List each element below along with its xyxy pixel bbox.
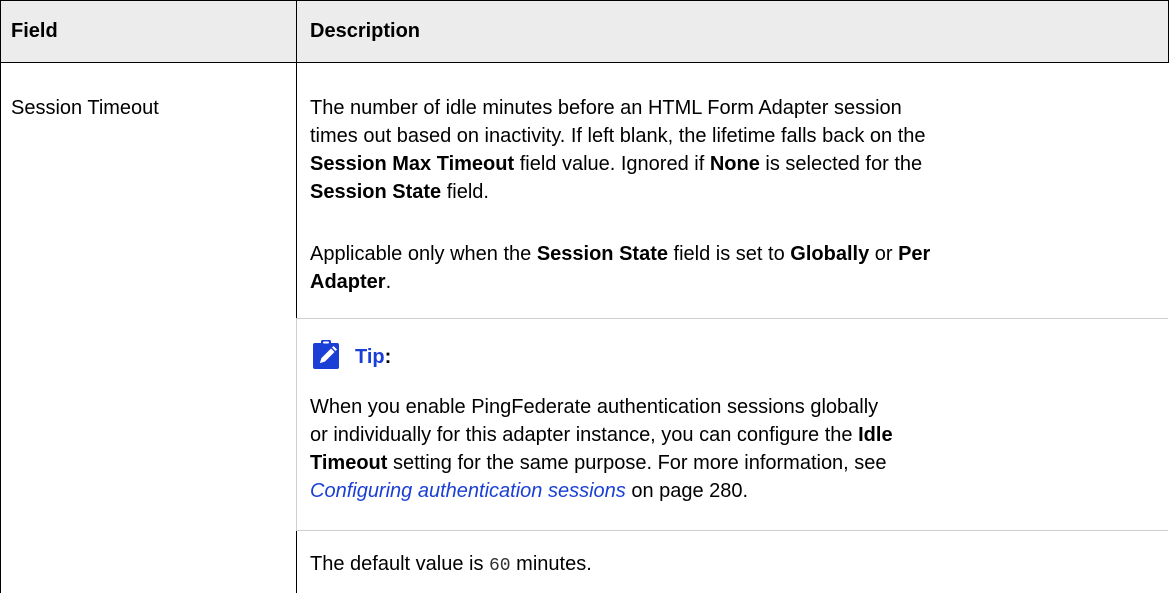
text-line: The default value is 60 minutes. (310, 550, 592, 580)
text-line: Session Max Timeout field value. Ignored… (310, 150, 926, 178)
bold-term: Session State (536, 243, 668, 265)
bold-term: Globally (790, 243, 870, 265)
text-span: field is set to (668, 243, 791, 265)
bold-term: Timeout (310, 452, 388, 474)
description-paragraph-2: Applicable only when the Session State f… (310, 240, 930, 296)
text-span: field. (441, 181, 489, 203)
table-left-border (0, 0, 1, 593)
text-line: Adapter. (310, 268, 930, 296)
tip-label: Tip (355, 346, 385, 368)
configuring-sessions-link[interactable]: Configuring authentication sessions (310, 480, 626, 502)
bold-term: Per (898, 243, 931, 265)
bold-term: None (709, 153, 760, 175)
text-line: Configuring authentication sessions on p… (310, 477, 893, 505)
table-header-background (1, 1, 1168, 62)
description-paragraph-1: The number of idle minutes before an HTM… (310, 94, 926, 206)
tip-body: When you enable PingFederate authenticat… (310, 393, 893, 505)
text-line: times out based on inactivity. If left b… (310, 125, 926, 147)
table-top-border (0, 0, 1169, 1)
text-span: field value. Ignored if (514, 153, 710, 175)
text-span: The default value is (310, 553, 489, 575)
column-header-description: Description (310, 20, 421, 42)
text-line: Session State field. (310, 178, 926, 206)
bold-term: Adapter (310, 271, 386, 293)
tip-colon: : (384, 346, 392, 368)
bold-term: Session State (310, 181, 442, 203)
field-name: Session Timeout (11, 97, 159, 119)
text-line: Applicable only when the Session State f… (310, 240, 930, 268)
bold-term: Idle (858, 424, 893, 446)
tip-heading: Tip: (355, 344, 391, 370)
text-span: setting for the same purpose. For more i… (387, 452, 887, 474)
clipboard-pencil-icon (313, 340, 339, 369)
text-span: minutes. (510, 553, 592, 575)
text-span: or (869, 243, 899, 265)
text-span: Applicable only when the (310, 243, 537, 265)
document-page: Field Description Session Timeout The nu… (0, 0, 1169, 593)
text-line: The number of idle minutes before an HTM… (310, 97, 902, 119)
text-span: is selected for the (759, 153, 923, 175)
description-paragraph-3: The default value is 60 minutes. (310, 550, 592, 580)
text-span: . (385, 271, 392, 293)
code-value: 60 (489, 556, 511, 576)
column-header-field: Field (11, 20, 58, 42)
text-span: on page 280. (625, 480, 749, 502)
text-line: or individually for this adapter instanc… (310, 421, 893, 449)
text-span: or individually for this adapter instanc… (310, 424, 859, 446)
bold-term: Session Max Timeout (310, 153, 515, 175)
text-line: When you enable PingFederate authenticat… (310, 396, 879, 418)
header-bottom-border (0, 62, 1169, 63)
text-line: Timeout setting for the same purpose. Fo… (310, 449, 893, 477)
